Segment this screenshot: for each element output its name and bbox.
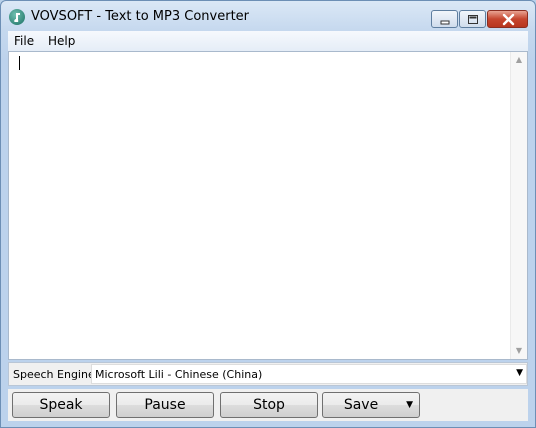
speech-engine-label: Speech Engine: xyxy=(13,368,99,381)
app-icon xyxy=(9,9,25,25)
close-button[interactable] xyxy=(487,10,528,28)
text-editor[interactable]: ▲ ▼ xyxy=(8,51,528,360)
speech-engine-value: Microsoft Lili - Chinese (China) xyxy=(95,368,263,381)
dropdown-arrow-icon[interactable]: ▼ xyxy=(516,368,523,378)
minimize-icon xyxy=(440,20,450,25)
save-dropdown-icon[interactable]: ▼ xyxy=(406,393,413,417)
scroll-down-icon[interactable]: ▼ xyxy=(511,343,527,359)
scroll-up-icon[interactable]: ▲ xyxy=(511,52,527,68)
menu-bar: File Help xyxy=(8,31,528,51)
save-button[interactable]: Save ▼ xyxy=(322,392,420,418)
title-bar[interactable]: VOVSOFT - Text to MP3 Converter xyxy=(1,1,535,31)
close-icon xyxy=(502,13,515,26)
minimize-button[interactable] xyxy=(431,10,458,28)
menu-help[interactable]: Help xyxy=(48,34,75,48)
text-caret xyxy=(19,56,20,70)
vertical-scrollbar[interactable]: ▲ ▼ xyxy=(510,52,527,359)
window-title: VOVSOFT - Text to MP3 Converter xyxy=(31,9,250,24)
save-button-label: Save xyxy=(343,397,379,413)
speech-engine-row: Speech Engine: Microsoft Lili - Chinese … xyxy=(8,362,528,386)
pause-button[interactable]: Pause xyxy=(116,392,214,418)
speak-button[interactable]: Speak xyxy=(12,392,110,418)
app-window: VOVSOFT - Text to MP3 Converter File Hel… xyxy=(0,0,536,428)
menu-file[interactable]: File xyxy=(14,34,34,48)
maximize-button[interactable] xyxy=(459,10,486,28)
maximize-icon xyxy=(468,15,478,24)
button-row: Speak Pause Stop Save ▼ xyxy=(8,389,528,421)
speech-engine-select[interactable]: Microsoft Lili - Chinese (China) ▼ xyxy=(91,364,527,384)
stop-button[interactable]: Stop xyxy=(220,392,318,418)
